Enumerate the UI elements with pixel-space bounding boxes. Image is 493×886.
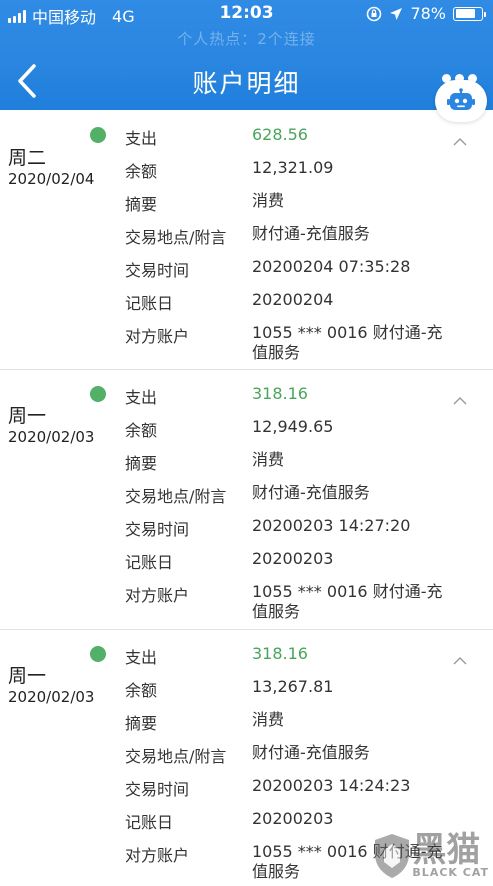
detail-label: 记账日 xyxy=(125,553,174,572)
app-header: 中国移动 4G 12:03 78% 个人热点：2个连接 账户明细 xyxy=(0,0,493,110)
detail-value: 1055 *** 0016 财付通-充值服务 xyxy=(252,323,443,362)
expense-amount: 318.16 xyxy=(252,384,308,403)
detail-row-balance: 余额 13,267.81 xyxy=(125,677,485,710)
record-weekday: 周一 xyxy=(8,405,47,427)
watermark-cn: 黑猫 xyxy=(412,829,481,870)
record-details: 支出 628.56 余额 12,321.09 摘要 消费 交易地点/附言 财付通-充值服… xyxy=(125,125,485,368)
detail-label: 摘要 xyxy=(125,195,158,214)
status-right: 78% xyxy=(366,4,486,23)
expense-amount: 318.16 xyxy=(252,644,308,663)
detail-label: 对方账户 xyxy=(125,586,190,605)
detail-label: 支出 xyxy=(125,129,158,148)
expense-amount: 628.56 xyxy=(252,125,308,144)
detail-row-summary: 摘要 消费 xyxy=(125,450,485,483)
location-arrow-icon xyxy=(390,7,403,20)
detail-label: 对方账户 xyxy=(125,846,190,865)
detail-value: 20200203 14:24:23 xyxy=(252,776,411,795)
detail-label: 摘要 xyxy=(125,454,158,473)
shield-logo-icon xyxy=(375,834,410,878)
detail-row-location: 交易地点/附言 财付通-充值服务 xyxy=(125,483,485,516)
detail-value: 1055 *** 0016 财付通-充值服务 xyxy=(252,582,443,621)
status-dot xyxy=(90,127,106,143)
detail-row-counterparty: 对方账户 1055 *** 0016 财付通-充值服务 xyxy=(125,323,485,368)
detail-label: 摘要 xyxy=(125,714,158,733)
detail-label: 交易地点/附言 xyxy=(125,487,227,506)
detail-label: 余额 xyxy=(125,421,158,440)
status-dot xyxy=(90,646,106,662)
page-title: 账户明细 xyxy=(192,69,301,98)
record-date: 2020/02/03 xyxy=(8,688,95,706)
detail-value: 20200203 xyxy=(252,549,334,568)
detail-label: 交易时间 xyxy=(125,520,190,539)
detail-value: 20200204 07:35:28 xyxy=(252,257,411,276)
detail-label: 交易时间 xyxy=(125,780,190,799)
detail-row-time: 交易时间 20200203 14:24:23 xyxy=(125,776,485,809)
detail-value: 12,321.09 xyxy=(252,158,334,177)
record-date: 2020/02/03 xyxy=(8,428,95,446)
detail-label: 交易地点/附言 xyxy=(125,228,227,247)
detail-row-location: 交易地点/附言 财付通-充值服务 xyxy=(125,743,485,776)
watermark-text: 黑猫 BLACK CAT xyxy=(412,829,489,879)
detail-row-time: 交易时间 20200203 14:27:20 xyxy=(125,516,485,549)
detail-value: 财付通-充值服务 xyxy=(252,483,370,502)
watermark-en: BLACK CAT xyxy=(412,865,489,879)
detail-value: 财付通-充值服务 xyxy=(252,743,370,762)
transaction-record[interactable]: 周一 2020/02/03 支出 318.16 余额 12,949.65 摘要 消费 … xyxy=(0,370,493,630)
detail-value: 消费 xyxy=(252,450,285,469)
detail-value: 消费 xyxy=(252,191,285,210)
black-cat-watermark: 黑猫 BLACK CAT xyxy=(363,826,493,886)
detail-label: 余额 xyxy=(125,681,158,700)
detail-label: 交易地点/附言 xyxy=(125,747,227,766)
record-weekday: 周二 xyxy=(8,147,47,169)
detail-row-time: 交易时间 20200204 07:35:28 xyxy=(125,257,485,290)
detail-row-location: 交易地点/附言 财付通-充值服务 xyxy=(125,224,485,257)
transaction-record[interactable]: 周二 2020/02/04 支出 628.56 余额 12,321.09 摘要 消费 … xyxy=(0,110,493,370)
detail-row-summary: 摘要 消费 xyxy=(125,710,485,743)
detail-row-posting-date: 记账日 20200203 xyxy=(125,549,485,582)
detail-label: 对方账户 xyxy=(125,327,190,346)
detail-value: 13,267.81 xyxy=(252,677,334,696)
detail-row-balance: 余额 12,949.65 xyxy=(125,417,485,450)
battery-fill xyxy=(455,9,475,18)
detail-row-expense: 支出 628.56 xyxy=(125,125,485,158)
detail-label: 支出 xyxy=(125,388,158,407)
record-weekday: 周一 xyxy=(8,665,47,687)
detail-row-balance: 余额 12,321.09 xyxy=(125,158,485,191)
detail-value: 消费 xyxy=(252,710,285,729)
detail-label: 支出 xyxy=(125,648,158,667)
detail-value: 20200203 14:27:20 xyxy=(252,516,411,535)
detail-value: 20200204 xyxy=(252,290,334,309)
hotspot-banner[interactable]: 个人热点：2个连接 xyxy=(0,28,493,50)
screen-lock-icon xyxy=(367,6,382,21)
status-bar: 中国移动 4G 12:03 78% xyxy=(0,0,493,28)
detail-row-summary: 摘要 消费 xyxy=(125,191,485,224)
detail-row-expense: 支出 318.16 xyxy=(125,644,485,677)
detail-row-posting-date: 记账日 20200204 xyxy=(125,290,485,323)
battery-icon xyxy=(453,6,486,21)
detail-row-counterparty: 对方账户 1055 *** 0016 财付通-充值服务 xyxy=(125,582,485,627)
detail-label: 记账日 xyxy=(125,813,174,832)
detail-label: 记账日 xyxy=(125,294,174,313)
status-dot xyxy=(90,386,106,402)
battery-percent: 78% xyxy=(410,4,446,23)
record-details: 支出 318.16 余额 12,949.65 摘要 消费 交易地点/附言 财付通-充值服… xyxy=(125,384,485,627)
detail-value: 12,949.65 xyxy=(252,417,334,436)
detail-label: 交易时间 xyxy=(125,261,190,280)
detail-label: 余额 xyxy=(125,162,158,181)
detail-row-expense: 支出 318.16 xyxy=(125,384,485,417)
detail-value: 财付通-充值服务 xyxy=(252,224,370,243)
transaction-list: 周二 2020/02/04 支出 628.56 余额 12,321.09 摘要 消费 … xyxy=(0,110,493,886)
record-date: 2020/02/04 xyxy=(8,170,95,188)
